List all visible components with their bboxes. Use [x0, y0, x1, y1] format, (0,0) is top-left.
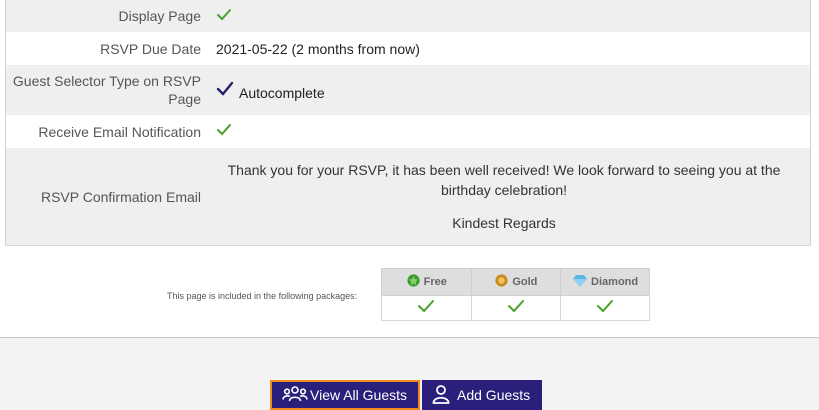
label-display-page: Display Page	[118, 8, 202, 24]
package-gold-included	[470, 295, 562, 321]
row-rsvp-confirmation-email: RSVP Confirmation Email Thank you for yo…	[6, 148, 810, 245]
row-display-page: Display Page	[6, 0, 810, 32]
view-all-guests-label: View All Guests	[310, 387, 408, 403]
check-icon	[507, 299, 525, 318]
label-email-notification: Receive Email Notification	[38, 123, 201, 140]
package-free-included	[381, 295, 472, 321]
user-icon	[431, 384, 451, 407]
package-diamond-included	[560, 295, 650, 321]
check-icon	[216, 81, 234, 100]
add-guests-button[interactable]: Add Guests	[422, 380, 542, 410]
event-details-table: Display Page RSVP Due Date 2021-05-22 (2…	[5, 0, 811, 246]
package-header-gold: Gold	[470, 268, 562, 296]
view-all-guests-button[interactable]: View All Guests	[270, 380, 420, 410]
row-guest-selector-type: Guest Selector Type on RSVP Page Autocom…	[6, 65, 810, 115]
action-footer: View All Guests Add Guests	[0, 338, 819, 410]
diamond-icon	[572, 274, 588, 291]
label-guest-selector-type: Guest Selector Type on RSVP Page	[12, 73, 201, 107]
confirmation-message: Thank you for your RSVP, it has been wel…	[227, 162, 781, 198]
packages-table: Free Gold Diamond	[381, 268, 650, 321]
label-rsvp-due-date: RSVP Due Date	[100, 40, 201, 57]
leaf-badge-icon	[406, 273, 421, 291]
check-icon	[596, 299, 614, 318]
group-icon	[282, 385, 308, 406]
packages-caption: This page is included in the following p…	[167, 291, 358, 301]
package-header-diamond: Diamond	[560, 268, 650, 296]
confirmation-email-body: Thank you for your RSVP, it has been wel…	[210, 160, 810, 233]
check-icon	[216, 8, 232, 25]
packages-section: This page is included in the following p…	[0, 246, 819, 338]
package-header-free: Free	[381, 268, 472, 296]
row-email-notification: Receive Email Notification	[6, 115, 810, 148]
label-rsvp-confirmation-email: RSVP Confirmation Email	[40, 188, 201, 205]
check-icon	[216, 123, 232, 140]
guest-selector-type-value: Autocomplete	[239, 85, 325, 101]
check-icon	[417, 299, 435, 318]
row-rsvp-due-date: RSVP Due Date 2021-05-22 (2 months from …	[6, 32, 810, 65]
rsvp-due-date-value: 2021-05-22 (2 months from now)	[216, 40, 420, 57]
add-guests-label: Add Guests	[457, 387, 531, 403]
confirmation-signoff: Kindest Regards	[452, 215, 556, 231]
gold-badge-icon	[494, 273, 509, 291]
